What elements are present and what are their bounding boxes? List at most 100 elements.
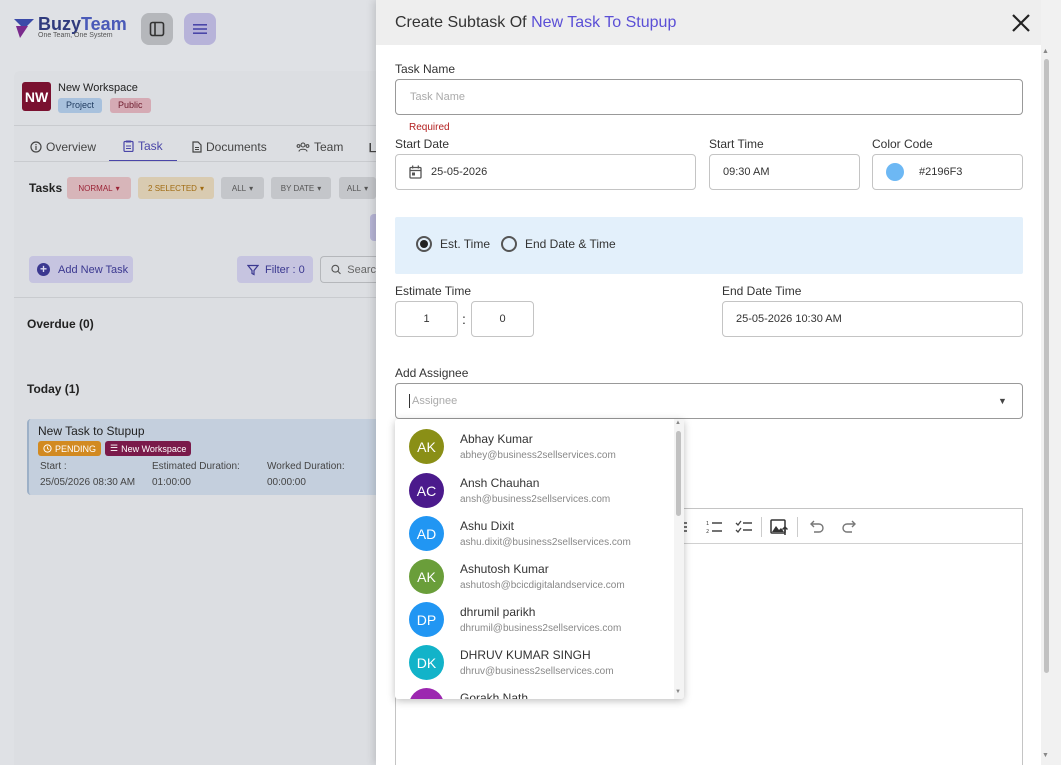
time-separator: : <box>462 311 466 327</box>
start-label: Start : <box>40 461 67 472</box>
task-search-input[interactable]: Searc <box>320 256 376 283</box>
assignee-name: Ashu Dixit <box>460 519 515 533</box>
radio-est-time[interactable]: Est. Time <box>416 236 490 252</box>
assignee-name: Abhay Kumar <box>460 432 533 446</box>
hamburger-icon <box>193 24 207 34</box>
assignee-email: dhruv@business2sellservices.com <box>460 666 614 677</box>
team-icon <box>296 142 310 152</box>
sort-filter-chip[interactable]: BY DATE ▾ <box>271 177 331 199</box>
drawer-scrollbar-thumb[interactable] <box>1044 59 1049 673</box>
duration-mode-panel: Est. Time End Date & Time <box>395 217 1023 274</box>
estimated-duration-label: Estimated Duration: <box>152 461 240 472</box>
search-icon <box>331 264 341 275</box>
parent-task-name: New Task To Stupup <box>531 14 677 31</box>
document-icon <box>192 141 202 153</box>
assignee-email: dhrumil@business2sellservices.com <box>460 623 622 634</box>
task-name-input[interactable]: Task Name <box>395 79 1023 115</box>
radio-end-date-time[interactable]: End Date & Time <box>501 236 616 252</box>
status-filter-chip[interactable]: 2 SELECTED ▾ <box>138 177 214 199</box>
assignee-email: ashutosh@bcicdigitalandservice.com <box>460 580 625 591</box>
estimate-time-label: Estimate Time <box>395 284 472 298</box>
assignee-option[interactable]: AD Ashu Dixit ashu.dixit@business2sellse… <box>395 512 674 555</box>
color-code-input[interactable]: #2196F3 <box>872 154 1023 190</box>
add-new-task-button[interactable]: + Add New Task <box>29 256 133 283</box>
task-card[interactable]: New Task to Stupup PENDING ☰ New Workspa… <box>27 419 376 495</box>
svg-text:2: 2 <box>706 529 709 535</box>
sidebar-toggle-button[interactable] <box>141 13 173 45</box>
clipboard-icon <box>123 140 134 152</box>
assignee-option[interactable]: AC Ansh Chauhan ansh@business2sellservic… <box>395 469 674 512</box>
redo-icon[interactable] <box>841 518 859 536</box>
top-bar: BuzyTeam One Team, One System <box>0 0 376 58</box>
scroll-up-arrow-icon[interactable]: ▲ <box>1042 48 1049 55</box>
svg-text:1: 1 <box>706 521 709 527</box>
assignee-option[interactable]: Gorakh Nath <box>395 684 674 699</box>
calendar-icon <box>409 165 422 179</box>
workspace-tag-public: Public <box>110 98 151 113</box>
start-date-input[interactable]: 25-05-2026 <box>395 154 696 190</box>
scroll-down-arrow-icon[interactable]: ▼ <box>1042 752 1049 759</box>
assignee-option[interactable]: DP dhrumil parikh dhrumil@business2sells… <box>395 598 674 641</box>
avatar: DP <box>409 602 444 637</box>
assignee-filter-chip[interactable]: ALL ▾ <box>221 177 264 199</box>
avatar <box>409 688 444 699</box>
drawer-header: Create Subtask Of New Task To Stupup <box>376 0 1041 45</box>
brand-tagline: One Team, One System <box>38 32 113 39</box>
assignee-option[interactable]: DK DHRUV KUMAR SINGH dhruv@business2sell… <box>395 641 674 684</box>
tab-task[interactable]: Task <box>109 132 177 162</box>
numbered-list-icon[interactable]: 12 <box>705 518 723 536</box>
assignee-name: DHRUV KUMAR SINGH <box>460 648 591 662</box>
tab-overview[interactable]: Overview <box>30 132 96 162</box>
color-code-label: Color Code <box>872 137 933 151</box>
workspace-panel: NW New Workspace Project Public Overview… <box>14 71 379 765</box>
text-cursor <box>409 394 410 408</box>
status-badge: PENDING <box>38 441 102 456</box>
scroll-down-arrow-icon[interactable]: ▼ <box>675 689 681 695</box>
color-swatch[interactable] <box>886 163 904 181</box>
start-date-label: Start Date <box>395 137 450 151</box>
avatar: AK <box>409 429 444 464</box>
assignee-option[interactable]: AK Abhay Kumar abhey@business2sellservic… <box>395 425 674 468</box>
estimate-minutes-input[interactable]: 0 <box>471 301 534 337</box>
assignee-dropdown: AK Abhay Kumar abhey@business2sellservic… <box>395 419 684 699</box>
close-icon[interactable] <box>1010 12 1032 34</box>
tab-team[interactable]: Team <box>296 132 343 162</box>
brand-name-a: Buzy <box>38 14 82 34</box>
assignee-name: dhrumil parikh <box>460 605 536 619</box>
dropdown-scrollbar-thumb[interactable] <box>676 431 681 516</box>
insert-image-icon[interactable] <box>770 518 788 536</box>
assignee-name: Ansh Chauhan <box>460 476 540 490</box>
start-time-label: Start Time <box>709 137 764 151</box>
caret-down-icon: ▾ <box>199 183 204 193</box>
menu-button[interactable] <box>184 13 216 45</box>
task-card-title: New Task to Stupup <box>38 424 145 438</box>
tasks-label: Tasks <box>29 181 63 195</box>
filter-button[interactable]: Filter : 0 <box>237 256 313 283</box>
workspace-tag-project: Project <box>58 98 103 113</box>
task-name-label: Task Name <box>395 62 456 76</box>
undo-icon[interactable] <box>807 518 825 536</box>
assignee-select-input[interactable]: Assignee ▼ <box>395 383 1023 419</box>
scroll-up-arrow-icon[interactable]: ▲ <box>675 420 681 426</box>
sidebar-panel-icon <box>149 21 165 37</box>
assignee-email: abhey@business2sellservices.com <box>460 450 616 461</box>
checklist-icon[interactable] <box>735 518 753 536</box>
end-date-time-input[interactable]: 25-05-2026 10:30 AM <box>722 301 1023 337</box>
assignee-option[interactable]: AK Ashutosh Kumar ashutosh@bcicdigitalan… <box>395 555 674 598</box>
avatar: AC <box>409 473 444 508</box>
tab-documents[interactable]: Documents <box>192 132 267 162</box>
priority-filter-chip[interactable]: NORMAL ▾ <box>67 177 131 199</box>
workspace-avatar: NW <box>22 82 51 111</box>
caret-down-icon[interactable]: ▼ <box>998 396 1007 406</box>
plus-circle-icon: + <box>37 263 50 276</box>
caret-down-icon: ▾ <box>249 183 254 193</box>
start-time-input[interactable]: 09:30 AM <box>709 154 860 190</box>
estimate-hours-input[interactable]: 1 <box>395 301 458 337</box>
workspace-badge: ☰ New Workspace <box>105 441 192 456</box>
type-filter-chip[interactable]: ALL ▾ <box>339 177 376 199</box>
logo-icon <box>14 19 34 38</box>
info-icon <box>30 141 42 153</box>
filter-icon <box>247 264 259 275</box>
brand-logo[interactable]: BuzyTeam One Team, One System <box>12 14 127 44</box>
end-date-time-label: End Date Time <box>722 284 802 298</box>
